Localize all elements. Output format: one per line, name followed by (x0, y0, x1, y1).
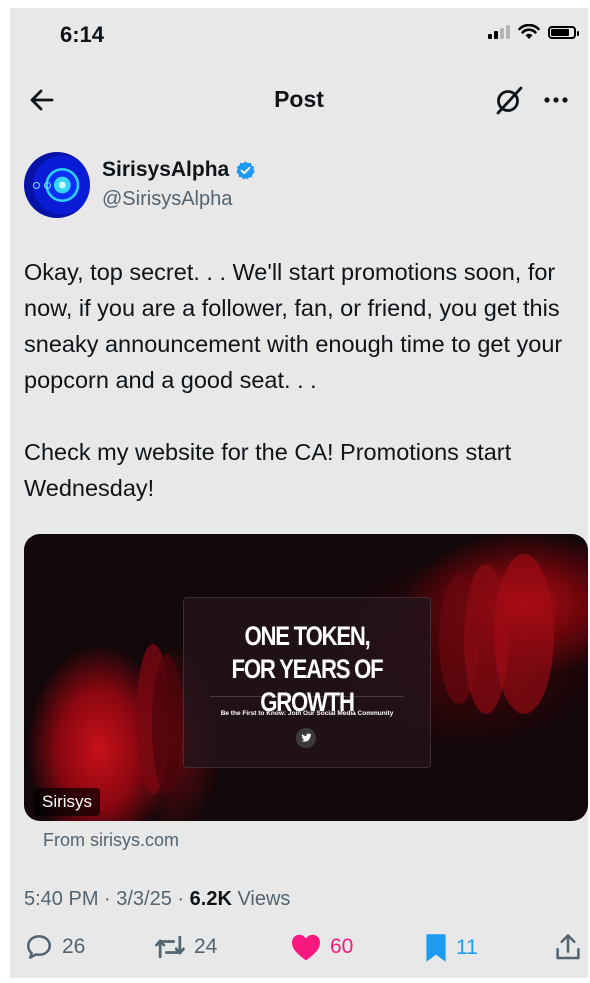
reply-icon (27, 935, 51, 959)
card-domain-badge: Sirisys (34, 788, 101, 816)
action-bar: 26 24 60 11 (10, 932, 588, 972)
grok-icon[interactable] (494, 84, 524, 116)
divider (210, 696, 404, 697)
status-icons (488, 24, 579, 40)
card-source-link[interactable]: From sirisys.com (43, 830, 179, 851)
phone-screen: 6:14 Post SirisysAlpha @SirisysAlpha Oka… (10, 8, 588, 978)
views-label: Views (231, 888, 291, 910)
card-subtext: Be the First to Know: Join Our Social Me… (220, 710, 394, 717)
link-card[interactable]: ONE TOKEN, FOR YEARS OF GROWTH Be the Fi… (24, 534, 588, 821)
wifi-icon (518, 24, 540, 39)
battery-icon (548, 25, 579, 39)
reply-count: 26 (62, 935, 86, 958)
twitter-bird-icon (296, 728, 316, 748)
repost-count: 24 (194, 935, 218, 958)
post-timestamp: 5:40 PM · 3/3/25 · (24, 888, 190, 910)
card-panel: ONE TOKEN, FOR YEARS OF GROWTH Be the Fi… (183, 597, 431, 768)
views-count: 6.2K (189, 888, 232, 910)
like-button[interactable]: 60 (290, 932, 353, 962)
card-headline: ONE TOKEN, FOR YEARS OF GROWTH (231, 621, 384, 717)
bookmark-icon (426, 934, 446, 962)
repost-icon (155, 935, 185, 959)
card-decor (494, 554, 554, 714)
verified-badge-icon (236, 160, 255, 180)
share-icon (556, 934, 580, 960)
like-count: 60 (330, 935, 354, 958)
bookmark-count: 11 (456, 936, 478, 959)
reply-button[interactable]: 26 (24, 932, 85, 962)
repost-button[interactable]: 24 (154, 932, 217, 962)
post-header: Post (10, 78, 588, 122)
author-name-text: SirisysAlpha (102, 158, 230, 181)
like-icon (292, 934, 320, 961)
cellular-signal-icon (488, 25, 510, 39)
more-icon[interactable] (540, 84, 572, 116)
post-meta: 5:40 PM · 3/3/25 · 6.2K Views (24, 888, 290, 911)
author-name[interactable]: SirisysAlpha (102, 158, 256, 182)
share-button[interactable] (554, 932, 582, 962)
status-time: 6:14 (60, 22, 105, 47)
card-decor (152, 654, 182, 794)
bookmark-button[interactable]: 11 (424, 932, 478, 964)
avatar[interactable] (24, 152, 90, 218)
post-text: Okay, top secret. . . We'll start promot… (24, 259, 563, 501)
author-handle[interactable]: @SirisysAlpha (102, 188, 232, 211)
